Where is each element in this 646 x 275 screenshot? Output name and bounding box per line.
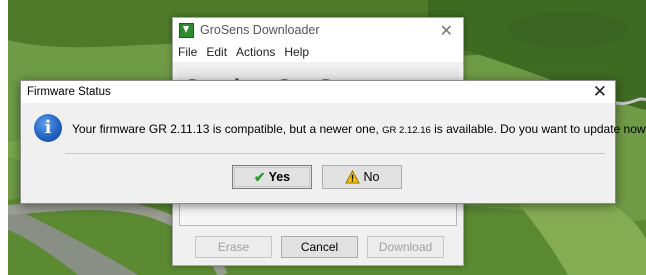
app-status-field <box>179 202 457 226</box>
message-text-2: is available. Do you want to update now? <box>434 122 646 136</box>
check-icon: ✔ <box>253 168 266 185</box>
message-text-1: Your firmware GR 2.11.13 is compatible, … <box>72 122 379 136</box>
download-app-icon <box>179 22 194 38</box>
app-close-icon[interactable]: ✕ <box>440 21 453 41</box>
menu-help[interactable]: Help <box>284 45 309 59</box>
no-button[interactable]: No <box>322 165 402 189</box>
app-title: GroSens Downloader <box>200 23 320 37</box>
dialog-separator <box>65 153 605 154</box>
erase-button[interactable]: Erase <box>195 236 272 258</box>
app-titlebar: GroSens Downloader ✕ <box>173 18 463 42</box>
app-button-row: Erase Cancel Download <box>195 236 453 260</box>
yes-button[interactable]: ✔ Yes <box>232 165 312 189</box>
dialog-message: Your firmware GR 2.11.13 is compatible, … <box>72 122 646 136</box>
cancel-button[interactable]: Cancel <box>281 236 358 258</box>
firmware-status-dialog: Firmware Status ✕ i Your firmware GR 2.1… <box>20 80 646 204</box>
menu-edit[interactable]: Edit <box>206 45 227 59</box>
dialog-titlebar: Firmware Status ✕ <box>21 81 615 103</box>
info-icon: i <box>34 114 62 142</box>
new-version-text: GR 2.12.16 <box>382 125 431 136</box>
download-button[interactable]: Download <box>367 236 444 258</box>
dialog-title: Firmware Status <box>27 86 111 98</box>
warning-icon <box>344 170 360 184</box>
close-icon[interactable]: ✕ <box>593 82 607 102</box>
menubar: File Edit Actions Help <box>173 42 463 62</box>
yes-label: Yes <box>268 170 291 184</box>
menu-file[interactable]: File <box>178 45 197 59</box>
menu-actions[interactable]: Actions <box>236 45 275 59</box>
no-label: No <box>363 170 380 184</box>
